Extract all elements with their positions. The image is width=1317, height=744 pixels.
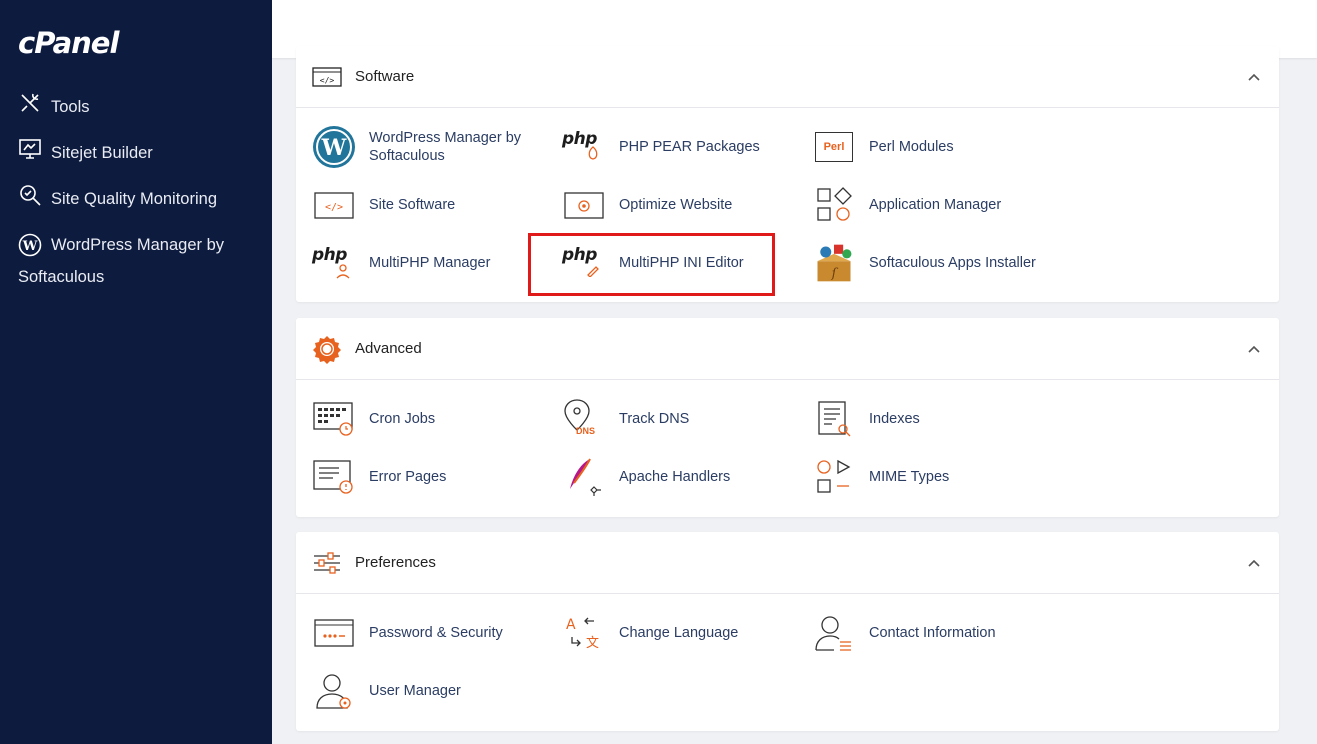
item-label: Password & Security (369, 625, 503, 641)
svg-text:W: W (22, 239, 38, 254)
svg-text:W: W (321, 135, 347, 161)
item-label: MultiPHP INI Editor (619, 255, 744, 271)
svg-text:</>: </> (320, 76, 335, 85)
contact-card-icon (812, 611, 856, 655)
item-label: Indexes (869, 411, 920, 427)
sliders-icon (314, 551, 340, 574)
item-label: Change Language (619, 625, 739, 641)
item-label: Apache Handlers (619, 469, 731, 485)
software-panel-header[interactable]: </> Software (296, 46, 1279, 108)
sidebar-item-tools[interactable]: Tools (0, 84, 272, 130)
apps-grid-icon (812, 183, 856, 227)
calendar-clock-icon (312, 397, 356, 441)
software-panel: </> Software W WordPress Manager by Softa… (296, 46, 1279, 302)
shapes-icon (812, 455, 856, 499)
item-label: Perl Modules (869, 139, 954, 155)
section-title: Software (355, 68, 415, 85)
code-icon: </> (312, 183, 356, 227)
item-label: Optimize Website (619, 197, 733, 213)
magnifier-icon (20, 185, 41, 206)
item-label: WordPress Manager by (369, 130, 522, 146)
svg-text:A: A (566, 617, 576, 633)
softaculous-apps-installer-item[interactable]: ſ Softaculous Apps Installer (812, 238, 1036, 288)
chevron-up-icon[interactable] (1247, 70, 1261, 84)
perl-modules-item[interactable]: Perl Perl Modules (812, 122, 954, 172)
sidebar-item-label: Sitejet Builder (51, 144, 153, 162)
php-pear-packages-item[interactable]: php PHP PEAR Packages (562, 122, 760, 172)
feather-icon (562, 455, 606, 499)
code-window-icon: </> (312, 66, 342, 87)
sidebar-item-sitejet[interactable]: Sitejet Builder (0, 130, 272, 176)
php-pear-icon: php (562, 125, 606, 169)
advanced-panel-header[interactable]: Advanced (296, 318, 1279, 380)
translate-icon: A文 (562, 611, 606, 655)
item-label: Contact Information (869, 625, 996, 641)
cpanel-logo[interactable]: cPanel (18, 26, 119, 60)
item-label: Error Pages (369, 469, 447, 485)
item-label: MultiPHP Manager (369, 255, 491, 271)
sitejet-icon (19, 139, 41, 159)
php-text: php (562, 245, 597, 265)
chevron-up-icon[interactable] (1247, 556, 1261, 570)
multiphp-manager-item[interactable]: php MultiPHP Manager (312, 238, 490, 288)
mime-types-item[interactable]: MIME Types (812, 452, 949, 502)
item-label: Application Manager (869, 197, 1002, 213)
password-field-icon (312, 611, 356, 655)
perl-text: Perl (815, 132, 853, 162)
sidebar-item-label: Tools (51, 98, 90, 116)
site-software-item[interactable]: </> Site Software (312, 180, 455, 230)
location-pin-icon: DNS (562, 397, 606, 441)
item-label: Track DNS (619, 411, 690, 427)
user-manager-icon (312, 669, 356, 713)
indexes-item[interactable]: Indexes (812, 394, 920, 444)
softaculous-box-icon: ſ (812, 241, 856, 285)
change-language-item[interactable]: A文 Change Language (562, 608, 738, 658)
item-label: MIME Types (869, 469, 950, 485)
svg-text:文: 文 (586, 636, 599, 651)
item-label: User Manager (369, 683, 461, 699)
apache-handlers-item[interactable]: Apache Handlers (562, 452, 730, 502)
sidebar-item-label-2: Softaculous (18, 268, 105, 286)
wordpress-icon: W (312, 125, 356, 169)
php-text: php (312, 245, 347, 265)
application-manager-item[interactable]: Application Manager (812, 180, 1001, 230)
sidebar-nav: Tools Sitejet Builder Site Quality Monit… (0, 84, 272, 302)
item-label: Softaculous Apps Installer (869, 255, 1036, 271)
item-label: Site Software (369, 197, 456, 213)
error-page-icon (312, 455, 356, 499)
section-title: Advanced (355, 340, 422, 357)
document-search-icon (812, 397, 856, 441)
svg-text:</>: </> (325, 202, 343, 213)
preferences-panel: Preferences Password & Security A文 Chang… (296, 532, 1279, 731)
user-manager-item[interactable]: User Manager (312, 666, 461, 716)
preferences-panel-header[interactable]: Preferences (296, 532, 1279, 594)
cron-jobs-item[interactable]: Cron Jobs (312, 394, 435, 444)
wordpress-icon: W (18, 233, 42, 257)
error-pages-item[interactable]: Error Pages (312, 452, 446, 502)
gear-icon (313, 335, 341, 364)
optimize-website-item[interactable]: Optimize Website (562, 180, 732, 230)
track-dns-item[interactable]: DNS Track DNS (562, 394, 689, 444)
sidebar-item-label: WordPress Manager by (51, 236, 225, 254)
item-label: Cron Jobs (369, 411, 436, 427)
sidebar: cPanel Tools Sitejet Builder Site Qualit… (0, 0, 272, 744)
php-editor-icon: php (562, 241, 606, 285)
password-security-item[interactable]: Password & Security (312, 608, 503, 658)
advanced-panel: Advanced Cron Jobs DNS Track DNS Indexes… (296, 318, 1279, 517)
dns-text: DNS (576, 426, 596, 436)
section-title: Preferences (355, 554, 436, 571)
contact-information-item[interactable]: Contact Information (812, 608, 996, 658)
item-label: PHP PEAR Packages (619, 139, 760, 155)
wordpress-manager-item[interactable]: W WordPress Manager by Softaculous (312, 122, 521, 172)
chevron-up-icon[interactable] (1247, 342, 1261, 356)
multiphp-ini-editor-item[interactable]: php MultiPHP INI Editor (562, 238, 744, 288)
tools-icon (21, 93, 39, 112)
sidebar-item-site-quality[interactable]: Site Quality Monitoring (0, 176, 272, 222)
gear-window-icon (562, 183, 606, 227)
sidebar-item-label: Site Quality Monitoring (51, 190, 217, 208)
php-manager-icon: php (312, 241, 356, 285)
perl-icon: Perl (812, 125, 856, 169)
sidebar-item-wordpress-manager[interactable]: W WordPress Manager by Softaculous (0, 222, 272, 302)
item-label-2: Softaculous (369, 148, 445, 164)
